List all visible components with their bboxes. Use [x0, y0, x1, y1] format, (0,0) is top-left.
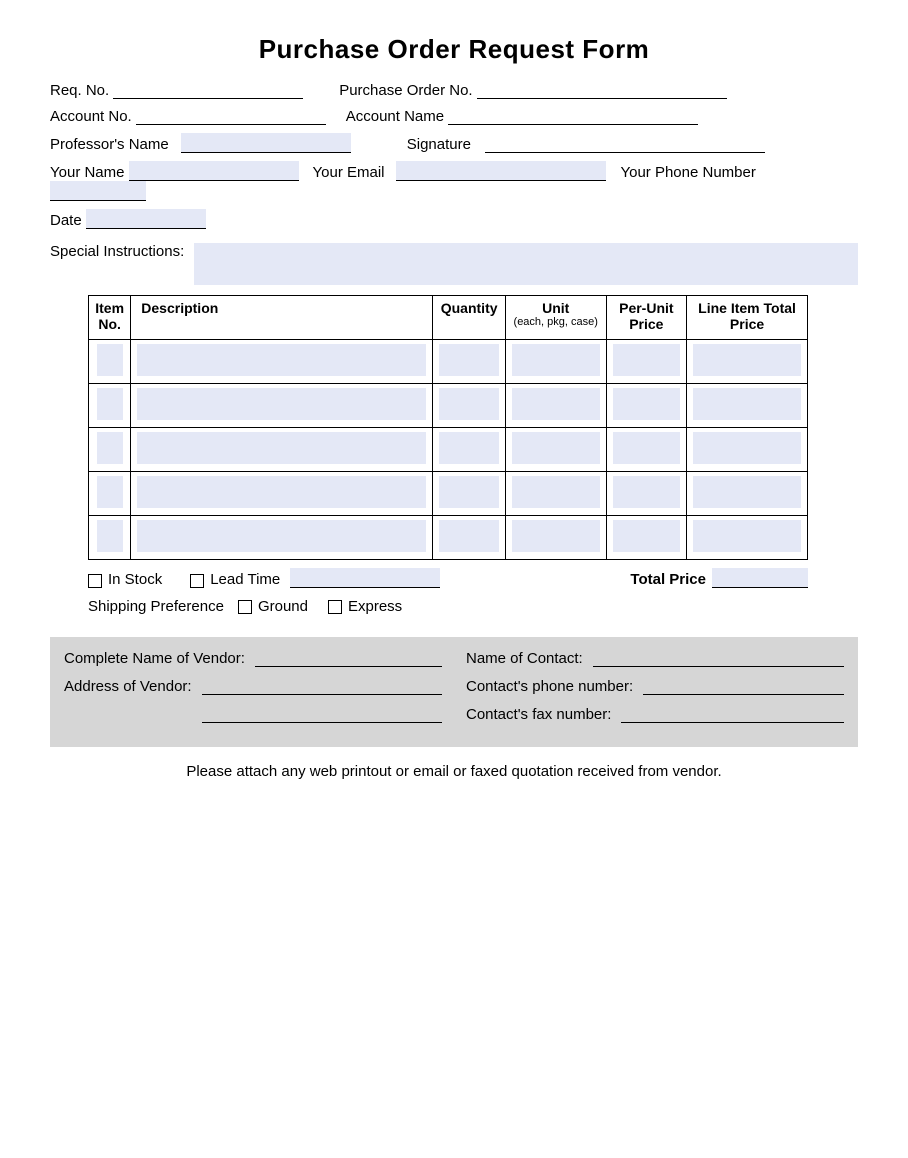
cell-line-item-total[interactable] — [693, 476, 801, 508]
label-po-no: Purchase Order No. — [339, 82, 472, 99]
cell-description[interactable] — [137, 476, 426, 508]
cell-item-no[interactable] — [97, 476, 123, 508]
cell-unit[interactable] — [512, 432, 600, 464]
label-ground: Ground — [258, 598, 308, 615]
label-account-name: Account Name — [346, 108, 444, 125]
cell-quantity[interactable] — [439, 432, 499, 464]
field-signature[interactable] — [485, 135, 765, 153]
cell-quantity[interactable] — [439, 344, 499, 376]
cell-per-unit-price[interactable] — [613, 520, 681, 552]
field-account-name[interactable] — [448, 107, 698, 125]
vendor-section: Complete Name of Vendor: Address of Vend… — [50, 637, 858, 747]
label-professor-name: Professor's Name — [50, 136, 169, 153]
field-professor-name[interactable] — [181, 133, 351, 153]
label-contact-fax: Contact's fax number: — [466, 706, 611, 723]
cell-line-item-total[interactable] — [693, 432, 801, 464]
cell-line-item-total[interactable] — [693, 344, 801, 376]
cell-per-unit-price[interactable] — [613, 432, 681, 464]
cell-unit[interactable] — [512, 476, 600, 508]
field-contact-name[interactable] — [593, 649, 844, 667]
label-in-stock: In Stock — [108, 571, 162, 588]
label-your-phone: Your Phone Number — [620, 164, 755, 181]
cell-item-no[interactable] — [97, 520, 123, 552]
field-vendor-address-2[interactable] — [202, 705, 442, 723]
cell-item-no[interactable] — [97, 344, 123, 376]
table-row — [89, 384, 808, 428]
label-your-name: Your Name — [50, 164, 125, 181]
cell-description[interactable] — [137, 432, 426, 464]
cell-line-item-total[interactable] — [693, 388, 801, 420]
checkbox-ground[interactable] — [238, 600, 252, 614]
cell-per-unit-price[interactable] — [613, 476, 681, 508]
footnote-text: Please attach any web printout or email … — [50, 763, 858, 780]
label-vendor-address: Address of Vendor: — [64, 678, 192, 695]
th-unit-sub: (each, pkg, case) — [512, 316, 600, 328]
field-vendor-address-1[interactable] — [202, 677, 442, 695]
table-row — [89, 428, 808, 472]
label-your-email: Your Email — [313, 164, 385, 181]
label-lead-time: Lead Time — [210, 571, 280, 588]
checkbox-lead-time[interactable] — [190, 574, 204, 588]
field-special-instructions[interactable] — [194, 243, 858, 285]
field-your-name[interactable] — [129, 161, 299, 181]
cell-description[interactable] — [137, 344, 426, 376]
th-per-unit-price: Per-Unit Price — [606, 296, 687, 340]
cell-unit[interactable] — [512, 388, 600, 420]
cell-description[interactable] — [137, 520, 426, 552]
field-your-phone[interactable] — [50, 181, 146, 201]
table-row — [89, 472, 808, 516]
th-line-item-total: Line Item Total Price — [687, 296, 808, 340]
checkbox-in-stock[interactable] — [88, 574, 102, 588]
label-account-no: Account No. — [50, 108, 132, 125]
th-item-no: Item No. — [89, 296, 131, 340]
field-lead-time[interactable] — [290, 568, 440, 588]
table-row — [89, 340, 808, 384]
cell-item-no[interactable] — [97, 388, 123, 420]
field-your-email[interactable] — [396, 161, 606, 181]
label-contact-phone: Contact's phone number: — [466, 678, 633, 695]
field-req-no[interactable] — [113, 81, 303, 99]
label-shipping-preference: Shipping Preference — [88, 598, 224, 615]
cell-per-unit-price[interactable] — [613, 388, 681, 420]
table-row — [89, 516, 808, 560]
cell-unit[interactable] — [512, 344, 600, 376]
th-quantity: Quantity — [433, 296, 506, 340]
cell-item-no[interactable] — [97, 432, 123, 464]
label-express: Express — [348, 598, 402, 615]
cell-quantity[interactable] — [439, 520, 499, 552]
form-title: Purchase Order Request Form — [50, 34, 858, 65]
label-total-price: Total Price — [630, 571, 706, 588]
label-special-instructions: Special Instructions: — [50, 243, 184, 260]
cell-quantity[interactable] — [439, 476, 499, 508]
label-contact-name: Name of Contact: — [466, 650, 583, 667]
cell-quantity[interactable] — [439, 388, 499, 420]
th-unit: Unit (each, pkg, case) — [505, 296, 606, 340]
th-unit-text: Unit — [542, 300, 569, 316]
label-date: Date — [50, 212, 82, 229]
field-date[interactable] — [86, 209, 206, 229]
checkbox-express[interactable] — [328, 600, 342, 614]
label-vendor-name: Complete Name of Vendor: — [64, 650, 245, 667]
field-total-price[interactable] — [712, 568, 808, 588]
field-account-no[interactable] — [136, 107, 326, 125]
cell-per-unit-price[interactable] — [613, 344, 681, 376]
cell-unit[interactable] — [512, 520, 600, 552]
label-signature: Signature — [407, 136, 471, 153]
cell-line-item-total[interactable] — [693, 520, 801, 552]
field-po-no[interactable] — [477, 81, 727, 99]
th-description: Description — [131, 296, 433, 340]
field-contact-fax[interactable] — [621, 705, 844, 723]
field-contact-phone[interactable] — [643, 677, 844, 695]
field-vendor-name[interactable] — [255, 649, 442, 667]
label-req-no: Req. No. — [50, 82, 109, 99]
cell-description[interactable] — [137, 388, 426, 420]
items-table: Item No. Description Quantity Unit (each… — [88, 295, 808, 560]
